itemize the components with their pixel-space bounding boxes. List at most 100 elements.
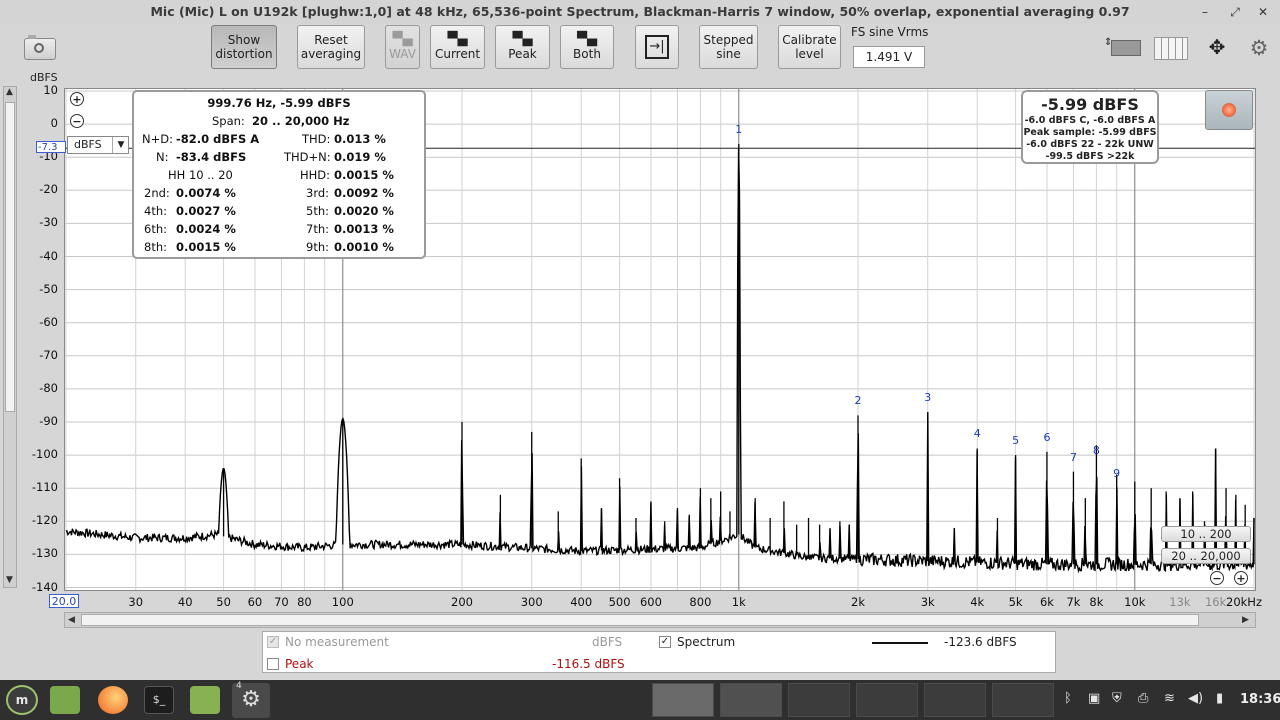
vertical-scrollbar[interactable]: ▲ ▼	[3, 86, 17, 588]
range-10-200-button[interactable]: 10 .. 200	[1161, 526, 1251, 542]
input-button[interactable]: →|	[635, 25, 679, 69]
workspace-3[interactable]	[788, 683, 850, 717]
legend-panel: ✓ No measurement dBFS ✓ Spectrum -123.6 …	[262, 631, 1056, 673]
close-button[interactable]: ✕	[1254, 3, 1272, 21]
save-current-button[interactable]: ▀▄ Current	[430, 25, 485, 69]
menu-icon[interactable]: m	[6, 685, 38, 715]
no-measurement-checkbox[interactable]: ✓	[267, 636, 279, 648]
x-tick-label: 3k	[920, 595, 935, 609]
x-tick-label: 70	[274, 595, 289, 609]
x-tick-label: 16k	[1204, 595, 1227, 609]
zoom-out-icon[interactable]: −	[1210, 571, 1224, 585]
scroll-up-icon[interactable]: ▲	[6, 87, 13, 97]
level-main-value: -5.99 dBFS	[1041, 95, 1139, 114]
vertical-scroll-thumb[interactable]	[5, 102, 15, 412]
save-wav-button[interactable]: ▀▄ WAV	[385, 25, 420, 69]
show-distortion-button[interactable]: Show distortion	[211, 25, 277, 69]
harmonic-value: 0.0013 %	[334, 222, 394, 236]
chevron-down-icon[interactable]: ▼	[112, 137, 129, 153]
firefox-icon[interactable]	[98, 686, 128, 714]
printer-icon[interactable]: ⎙	[1138, 691, 1148, 706]
window-title: Mic (Mic) L on U192k [plughw:1,0] at 48 …	[150, 4, 1130, 19]
save-peak-button[interactable]: ▀▄ Peak	[495, 25, 550, 69]
scroll-down-icon[interactable]: ▼	[6, 575, 13, 585]
spectrum-line-swatch	[872, 642, 928, 644]
layout-columns-icon[interactable]	[1152, 37, 1188, 60]
harmonic-marker: 3	[924, 391, 932, 405]
fs-sine-field[interactable]: 1.491 V	[853, 46, 925, 68]
workspace-6[interactable]	[992, 683, 1054, 717]
horizontal-scrollbar[interactable]: ◀ ▶	[64, 612, 1256, 628]
harmonic-value: 0.0092 %	[334, 186, 394, 200]
layout-graph-icon[interactable]: ⇕	[1104, 37, 1141, 59]
harmonic-value: 0.0015 %	[176, 240, 236, 254]
input-icon: →|	[645, 35, 669, 59]
x-start-label[interactable]: 20.0	[49, 594, 79, 608]
shield-icon[interactable]: ⛨	[1112, 691, 1122, 706]
battery-icon[interactable]: ▮	[1216, 691, 1223, 706]
zoom-in-icon[interactable]: +	[70, 92, 84, 106]
y-tick-label: -120	[31, 513, 58, 528]
workspace-5[interactable]	[924, 683, 986, 717]
calibrate-level-button[interactable]: Calibrate level	[778, 25, 841, 69]
harmonic-label: 5th:	[306, 204, 329, 218]
fundamental-readout: 999.76 Hz, -5.99 dBFS	[207, 96, 351, 110]
save-icon: ▀▄	[512, 32, 533, 47]
y-tick-label: -50	[39, 281, 58, 296]
hhd-label: HHD:	[300, 168, 331, 182]
clipboard-icon[interactable]: ▣	[1088, 691, 1100, 706]
gear-icon[interactable]: ⚙	[1246, 36, 1272, 60]
peak-checkbox[interactable]	[267, 658, 279, 670]
scroll-right-icon[interactable]: ▶	[1242, 615, 1249, 625]
harmonic-marker: 9	[1113, 467, 1121, 481]
fs-sine-label: FS sine Vrms	[851, 25, 929, 39]
spectrum-label: Spectrum	[677, 635, 736, 649]
range-20-20000-button[interactable]: 20 .. 20,000	[1161, 548, 1251, 564]
record-button[interactable]	[1205, 90, 1253, 130]
level-peak-sample: Peak sample: -5.99 dBFS	[1023, 127, 1157, 138]
noise-value: -83.4 dBFS	[176, 150, 247, 164]
save-both-button[interactable]: ▀▄ Both	[560, 25, 614, 69]
bluetooth-icon[interactable]: ᛒ	[1064, 691, 1072, 706]
save-icon: ▀▄	[392, 32, 413, 47]
maximize-button[interactable]: ⤢	[1226, 3, 1244, 21]
workspace-badge: 4	[236, 681, 242, 691]
x-tick-label: 60	[247, 595, 263, 609]
x-tick-label: 30	[128, 595, 144, 609]
harmonic-label: 9th:	[306, 240, 329, 254]
horizontal-scroll-thumb[interactable]	[81, 614, 1199, 626]
files-icon[interactable]	[50, 686, 80, 714]
hhd-value: 0.0015 %	[334, 168, 394, 182]
save-icon: ▀▄	[447, 32, 468, 47]
thd-label: THD:	[302, 132, 331, 146]
x-tick-label: 300	[520, 595, 543, 609]
reference-level-label[interactable]: -7.3	[36, 141, 66, 153]
terminal-icon[interactable]: $_	[144, 686, 174, 714]
zoom-in-icon[interactable]: +	[1234, 571, 1248, 585]
harmonic-value: 0.0010 %	[334, 240, 394, 254]
level-weighted: -6.0 dBFS C, -6.0 dBFS A	[1024, 115, 1156, 126]
reset-averaging-button[interactable]: Reset averaging	[297, 25, 365, 69]
wifi-icon[interactable]: ≋	[1164, 691, 1175, 706]
spectrum-checkbox[interactable]: ✓	[659, 636, 671, 648]
minimize-button[interactable]: –	[1196, 3, 1214, 21]
nd-value: -82.0 dBFS A	[176, 132, 260, 146]
folder-icon[interactable]	[190, 686, 220, 714]
workspace-2[interactable]	[720, 683, 782, 717]
move-icon[interactable]: ✥	[1200, 36, 1234, 60]
y-tick-label: -80	[39, 380, 58, 395]
volume-icon[interactable]: ◀)	[1188, 691, 1203, 706]
zoom-out-icon[interactable]: −	[70, 114, 84, 128]
y-tick-label: 10	[43, 83, 58, 97]
x-tick-label: 500	[608, 595, 631, 609]
y-tick-label: -20	[39, 182, 58, 197]
scroll-left-icon[interactable]: ◀	[68, 615, 75, 625]
camera-icon[interactable]	[24, 35, 56, 60]
level-panel: -5.99 dBFS -6.0 dBFS C, -6.0 dBFS A Peak…	[1021, 90, 1159, 164]
workspace-1[interactable]	[652, 683, 714, 717]
stepped-sine-button[interactable]: Stepped sine	[699, 25, 758, 69]
workspace-4[interactable]	[856, 683, 918, 717]
peak-value: -116.5 dBFS	[552, 657, 625, 671]
y-tick-label: -30	[39, 215, 58, 230]
x-tick-label: 200	[451, 595, 473, 609]
